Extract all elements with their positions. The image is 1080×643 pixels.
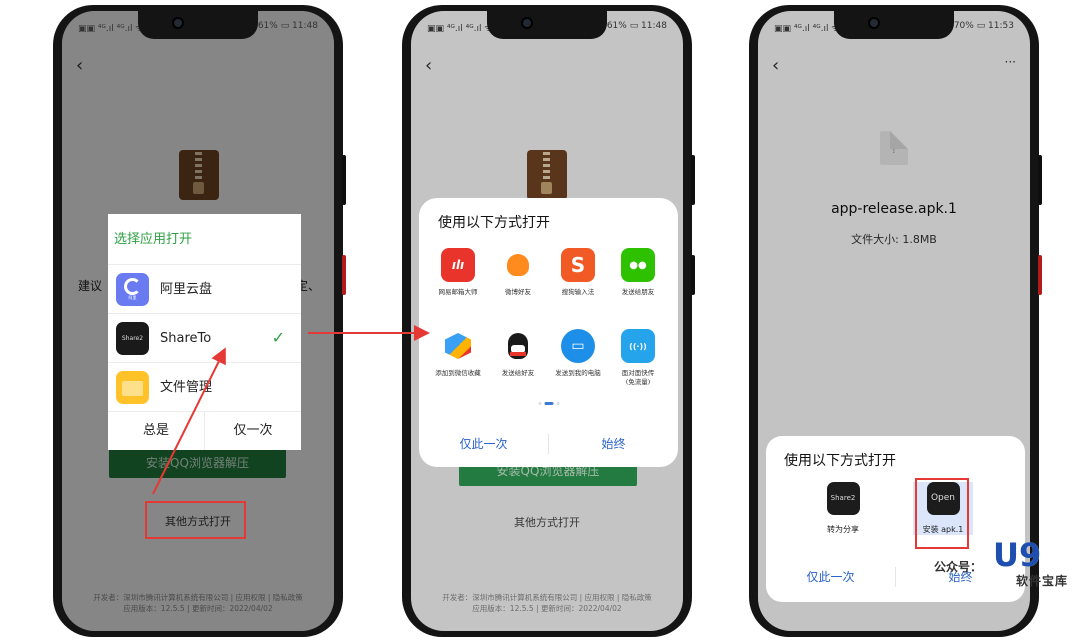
watermark-site: 软件宝库 xyxy=(1016,574,1069,588)
arrow-up-to-shareto xyxy=(152,347,226,495)
annotation-arrows xyxy=(152,325,430,495)
watermark-prefix: 公众号： xyxy=(934,560,983,574)
watermark-logo: U9 xyxy=(993,536,1042,574)
